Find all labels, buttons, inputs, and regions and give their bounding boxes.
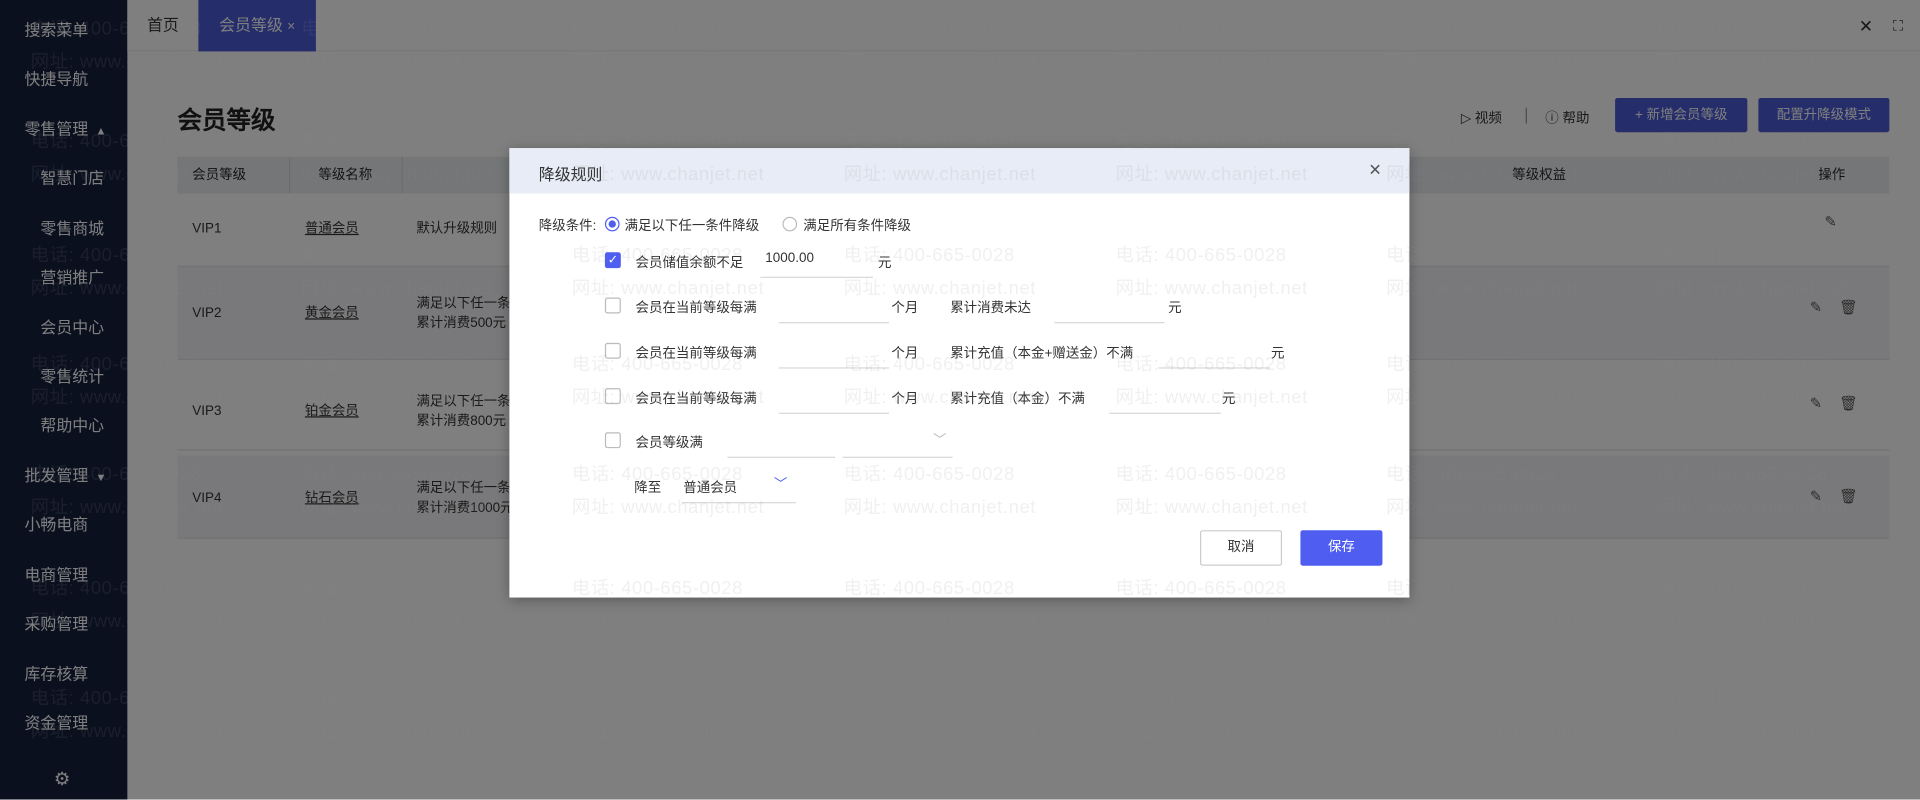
consumption-input[interactable] <box>1054 296 1165 312</box>
months-label: 会员在当前等级每满 <box>635 346 757 362</box>
input-underline <box>778 322 889 324</box>
input-underline <box>682 502 796 504</box>
dialog-title: 降级规则 <box>538 165 603 184</box>
checkbox-recharge-total[interactable] <box>604 342 621 359</box>
input-underline <box>760 276 874 278</box>
radio-any-condition[interactable] <box>604 216 620 232</box>
checkbox-consumption[interactable] <box>604 297 621 314</box>
downgrade-to-select[interactable]: 普通会员 <box>683 478 737 498</box>
radio-all-conditions[interactable] <box>782 216 798 232</box>
recharge-total-input[interactable] <box>1158 341 1269 357</box>
condition-label: 降级条件: <box>538 219 597 234</box>
months-input[interactable] <box>778 341 889 357</box>
recharge-principal-input[interactable] <box>1109 386 1220 402</box>
cancel-button[interactable]: 取消 <box>1200 530 1283 566</box>
condition-text: 累计充值（本金）不满 <box>950 391 1085 407</box>
months-label: 会员在当前等级每满 <box>635 301 757 316</box>
level-full-label: 会员等级满 <box>635 435 703 451</box>
input-underline <box>1158 367 1270 369</box>
close-icon[interactable]: × <box>1369 158 1381 182</box>
input-underline <box>727 456 836 458</box>
downgrade-rule-dialog: 降级规则 × 降级条件: 满足以下任一条件降级 满足所有条件降级 ✓ 会员储值余… <box>509 148 1410 598</box>
months-label: 会员在当前等级每满 <box>635 391 757 407</box>
condition-text: 累计消费未达 <box>950 301 1032 316</box>
unit-label: 元 <box>1271 346 1285 362</box>
downgrade-to-label: 降至 <box>634 481 662 496</box>
chevron-down-icon[interactable]: ﹀ <box>774 474 787 494</box>
checkbox-recharge-principal[interactable] <box>604 388 621 405</box>
radio-any-label[interactable]: 满足以下任一条件降级 <box>624 216 759 236</box>
input-underline <box>778 367 889 369</box>
checkbox-level-full[interactable] <box>604 432 621 449</box>
input-underline <box>1054 322 1165 324</box>
months-input[interactable] <box>778 386 889 402</box>
months-unit: 个月 <box>891 346 919 362</box>
input-underline <box>842 456 953 458</box>
unit-label: 元 <box>1222 391 1236 407</box>
input-underline <box>1109 412 1221 414</box>
balance-label: 会员储值余额不足 <box>635 255 744 271</box>
balance-input[interactable] <box>765 251 876 266</box>
input-underline <box>778 412 889 414</box>
chevron-down-icon[interactable]: ﹀ <box>933 430 946 450</box>
save-button[interactable]: 保存 <box>1300 530 1383 566</box>
condition-text: 累计充值（本金+赠送金）不满 <box>950 346 1134 362</box>
radio-all-label[interactable]: 满足所有条件降级 <box>803 216 911 236</box>
checkbox-balance[interactable]: ✓ <box>604 252 621 269</box>
months-unit: 个月 <box>891 301 919 316</box>
unit-label: 元 <box>877 255 892 271</box>
unit-label: 元 <box>1168 301 1182 316</box>
months-input[interactable] <box>778 296 889 312</box>
app-window: 搜索菜单 快捷导航 零售管理▲ 智慧门店 零售商城 营销推广 会员中心 零售统计… <box>0 0 1920 800</box>
months-unit: 个月 <box>891 391 919 407</box>
dialog-header <box>509 148 1410 194</box>
